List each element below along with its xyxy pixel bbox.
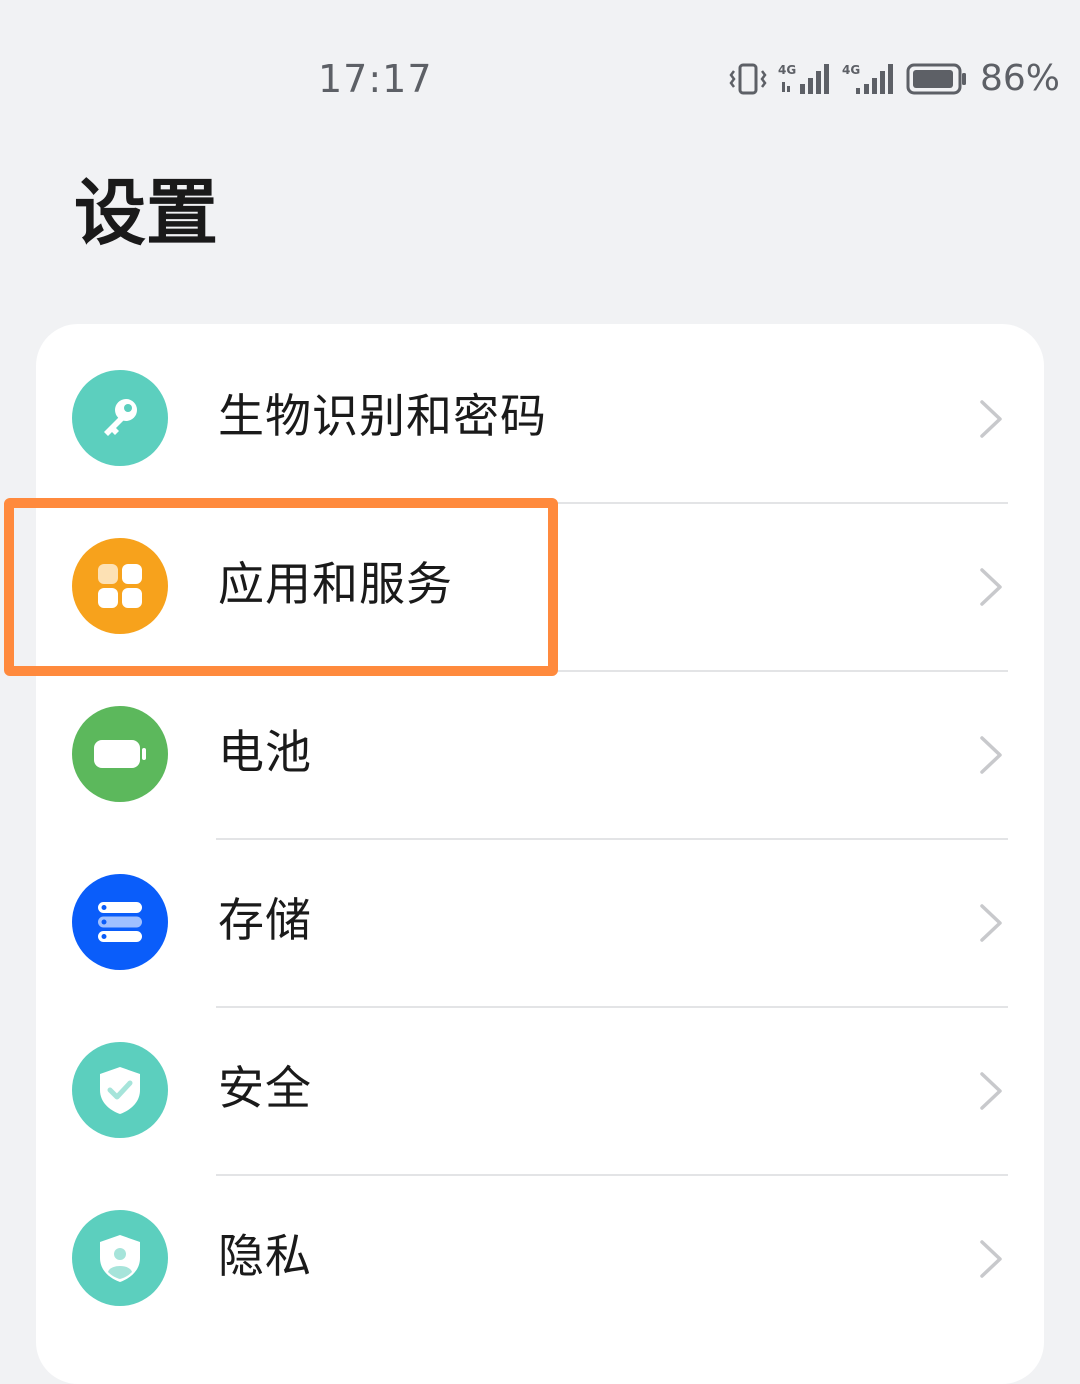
settings-item-label: 电池 [218,725,312,779]
status-time: 17:17 [318,57,433,101]
chevron-right-icon [980,904,1002,942]
battery-icon [72,706,168,802]
settings-item-security[interactable]: 安全 [36,996,1044,1164]
settings-card: 生物识别和密码 应用和服务 电池 存储 安全 隐私 [36,324,1044,1384]
battery-percent: 86% [980,58,1061,99]
settings-item-label: 隐私 [218,1229,312,1283]
settings-item-label: 存储 [218,893,312,947]
signal-4g-icon: 4G [842,63,893,94]
signal-4g-icon: 4G [778,63,829,94]
privacy-shield-icon [72,1210,168,1306]
chevron-right-icon [980,400,1002,438]
shield-check-icon [72,1042,168,1138]
chevron-right-icon [980,568,1002,606]
settings-item-battery[interactable]: 电池 [36,660,1044,828]
highlight-box [4,498,558,676]
key-icon [72,370,168,466]
chevron-right-icon [980,736,1002,774]
chevron-right-icon [980,1072,1002,1110]
storage-icon [72,874,168,970]
settings-item-label: 安全 [218,1061,312,1115]
status-icons: 4G 4G 86% [728,58,1060,100]
settings-item-storage[interactable]: 存储 [36,828,1044,996]
settings-item-label: 生物识别和密码 [218,389,547,443]
page-title: 设置 [74,171,219,255]
status-bar: 17:17 4G 4G 86% [0,0,1080,150]
settings-item-biometrics-password[interactable]: 生物识别和密码 [36,324,1044,492]
settings-item-privacy[interactable]: 隐私 [36,1164,1044,1332]
vibrate-icon [729,63,767,95]
chevron-right-icon [980,1240,1002,1278]
network-label: 4G [842,63,860,77]
battery-icon [906,63,966,95]
network-label: 4G [778,63,796,77]
